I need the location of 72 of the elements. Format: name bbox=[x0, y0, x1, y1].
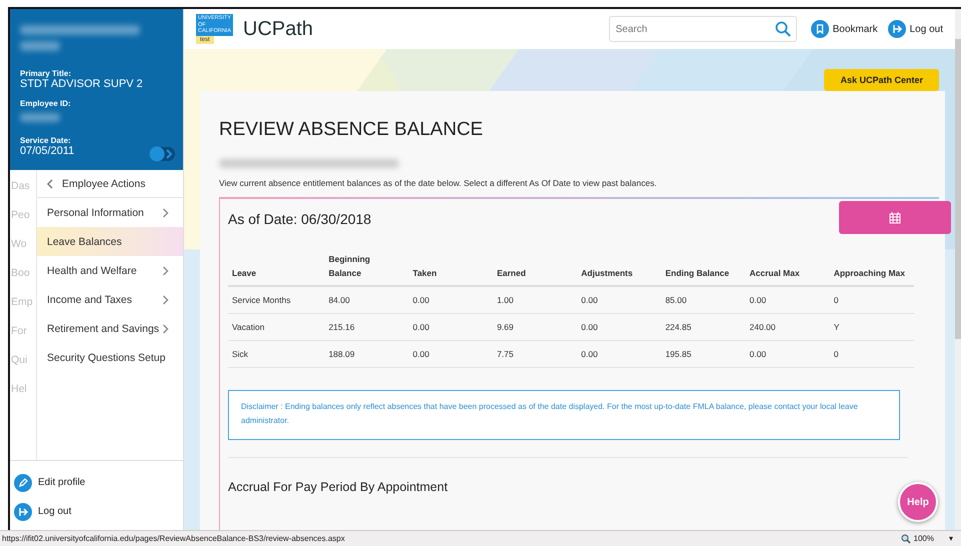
calendar-icon bbox=[889, 212, 901, 224]
submenu-item[interactable]: Retirement and Savings bbox=[37, 314, 183, 343]
submenu-item[interactable]: Personal Information bbox=[37, 198, 183, 227]
submenu-item[interactable]: Security Questions Setup bbox=[37, 343, 183, 372]
sidebar-link[interactable]: Log out bbox=[14, 497, 183, 526]
status-url: https://ifit02.universityofcalifornia.edu/pages/ReviewAbsenceBalance-BS3/review-absences.aspx bbox=[2, 534, 345, 543]
table-cell: 0.00 bbox=[408, 314, 493, 340]
column-header: Ending Balance bbox=[661, 252, 746, 286]
search-icon[interactable] bbox=[774, 21, 791, 37]
logout-link[interactable]: Log out bbox=[888, 20, 943, 38]
ask-button[interactable]: Ask UCPath Center bbox=[824, 69, 939, 91]
table-cell: 84.00 bbox=[324, 286, 409, 314]
table-cell: 7.75 bbox=[492, 340, 578, 368]
section-title: Accrual For Pay Period By Appointment bbox=[228, 480, 449, 494]
sidebar-link[interactable]: Edit profile bbox=[14, 468, 183, 497]
field-label: Service Date: bbox=[20, 136, 72, 145]
table-cell: Vacation bbox=[228, 314, 325, 340]
bookmark-icon bbox=[810, 20, 829, 38]
table-cell: 0.00 bbox=[408, 286, 493, 314]
as-of-date: As of Date: 06/30/2018 bbox=[228, 211, 372, 227]
submenu-item[interactable]: Leave Balances bbox=[37, 227, 183, 256]
calendar-button[interactable] bbox=[839, 201, 951, 234]
primary-title: STDT ADVISOR SUPV 2 bbox=[20, 78, 143, 90]
table-cell: 0.00 bbox=[746, 340, 830, 368]
column-header: Beginning Balance bbox=[324, 252, 409, 286]
table-cell: 215.16 bbox=[324, 314, 409, 340]
table-cell: Service Months bbox=[228, 286, 325, 314]
table-cell: 0 bbox=[830, 286, 914, 314]
table-cell: 1.00 bbox=[492, 286, 578, 314]
blurred-employee-id bbox=[20, 113, 60, 122]
table-cell: 9.69 bbox=[492, 314, 578, 340]
column-header: Approaching Max bbox=[830, 252, 914, 286]
description: View current absence entitlement balances as of the date below. Select a different As Of Date to view past balances. bbox=[219, 178, 658, 188]
table-cell: Sick bbox=[228, 340, 325, 368]
field-label: Employee ID: bbox=[20, 99, 72, 108]
table-cell: Y bbox=[830, 314, 914, 340]
zoom-icon bbox=[900, 534, 911, 544]
column-header: Accrual Max bbox=[746, 252, 830, 286]
page-title: REVIEW ABSENCE BALANCE bbox=[219, 119, 484, 141]
toggle-icon[interactable] bbox=[147, 146, 175, 162]
logout-icon bbox=[14, 502, 32, 520]
table-cell: 0.00 bbox=[577, 314, 662, 340]
submenu-item[interactable]: Income and Taxes bbox=[37, 285, 183, 314]
column-header: Taken bbox=[408, 252, 493, 286]
zoom-caret[interactable]: ▾ bbox=[949, 534, 953, 543]
table-cell: 0.00 bbox=[408, 340, 493, 368]
zoom-level[interactable]: 100% bbox=[914, 534, 934, 543]
table-cell: 188.09 bbox=[324, 340, 409, 368]
disclaimer: Disclaimer : Ending balances only reflect absences that have been processed as of the date displayed. For the most up-to-date FMLA balance, please contact your local leave administrator. bbox=[228, 390, 900, 440]
table-cell: 85.00 bbox=[661, 286, 746, 314]
back-link[interactable]: Employee Actions bbox=[37, 170, 183, 198]
service-date: 07/05/2011 bbox=[20, 145, 74, 157]
table-cell: 195.85 bbox=[661, 340, 746, 368]
table-cell: 0.00 bbox=[577, 286, 662, 314]
table-cell: 0.00 bbox=[577, 340, 662, 368]
scrollbar[interactable] bbox=[955, 9, 961, 530]
submenu-item[interactable]: Health and Welfare bbox=[37, 256, 183, 285]
table-cell: 240.00 bbox=[746, 314, 830, 340]
app-name: UCPath bbox=[243, 18, 314, 40]
field-label: Primary Title: bbox=[20, 69, 72, 78]
table-cell: 0.00 bbox=[746, 286, 830, 314]
table-cell: 0 bbox=[830, 340, 914, 368]
chevron-left-icon bbox=[46, 178, 54, 190]
column-header: Earned bbox=[492, 252, 578, 286]
column-header: Leave bbox=[228, 252, 325, 286]
bookmark-link[interactable]: Bookmark bbox=[810, 20, 878, 38]
logout-icon bbox=[888, 20, 906, 38]
search-field[interactable]: Search bbox=[608, 16, 797, 42]
blurred-name bbox=[20, 41, 60, 51]
table-cell: 224.85 bbox=[661, 314, 746, 340]
pencil-icon bbox=[14, 474, 32, 492]
column-header: Adjustments bbox=[577, 252, 662, 286]
